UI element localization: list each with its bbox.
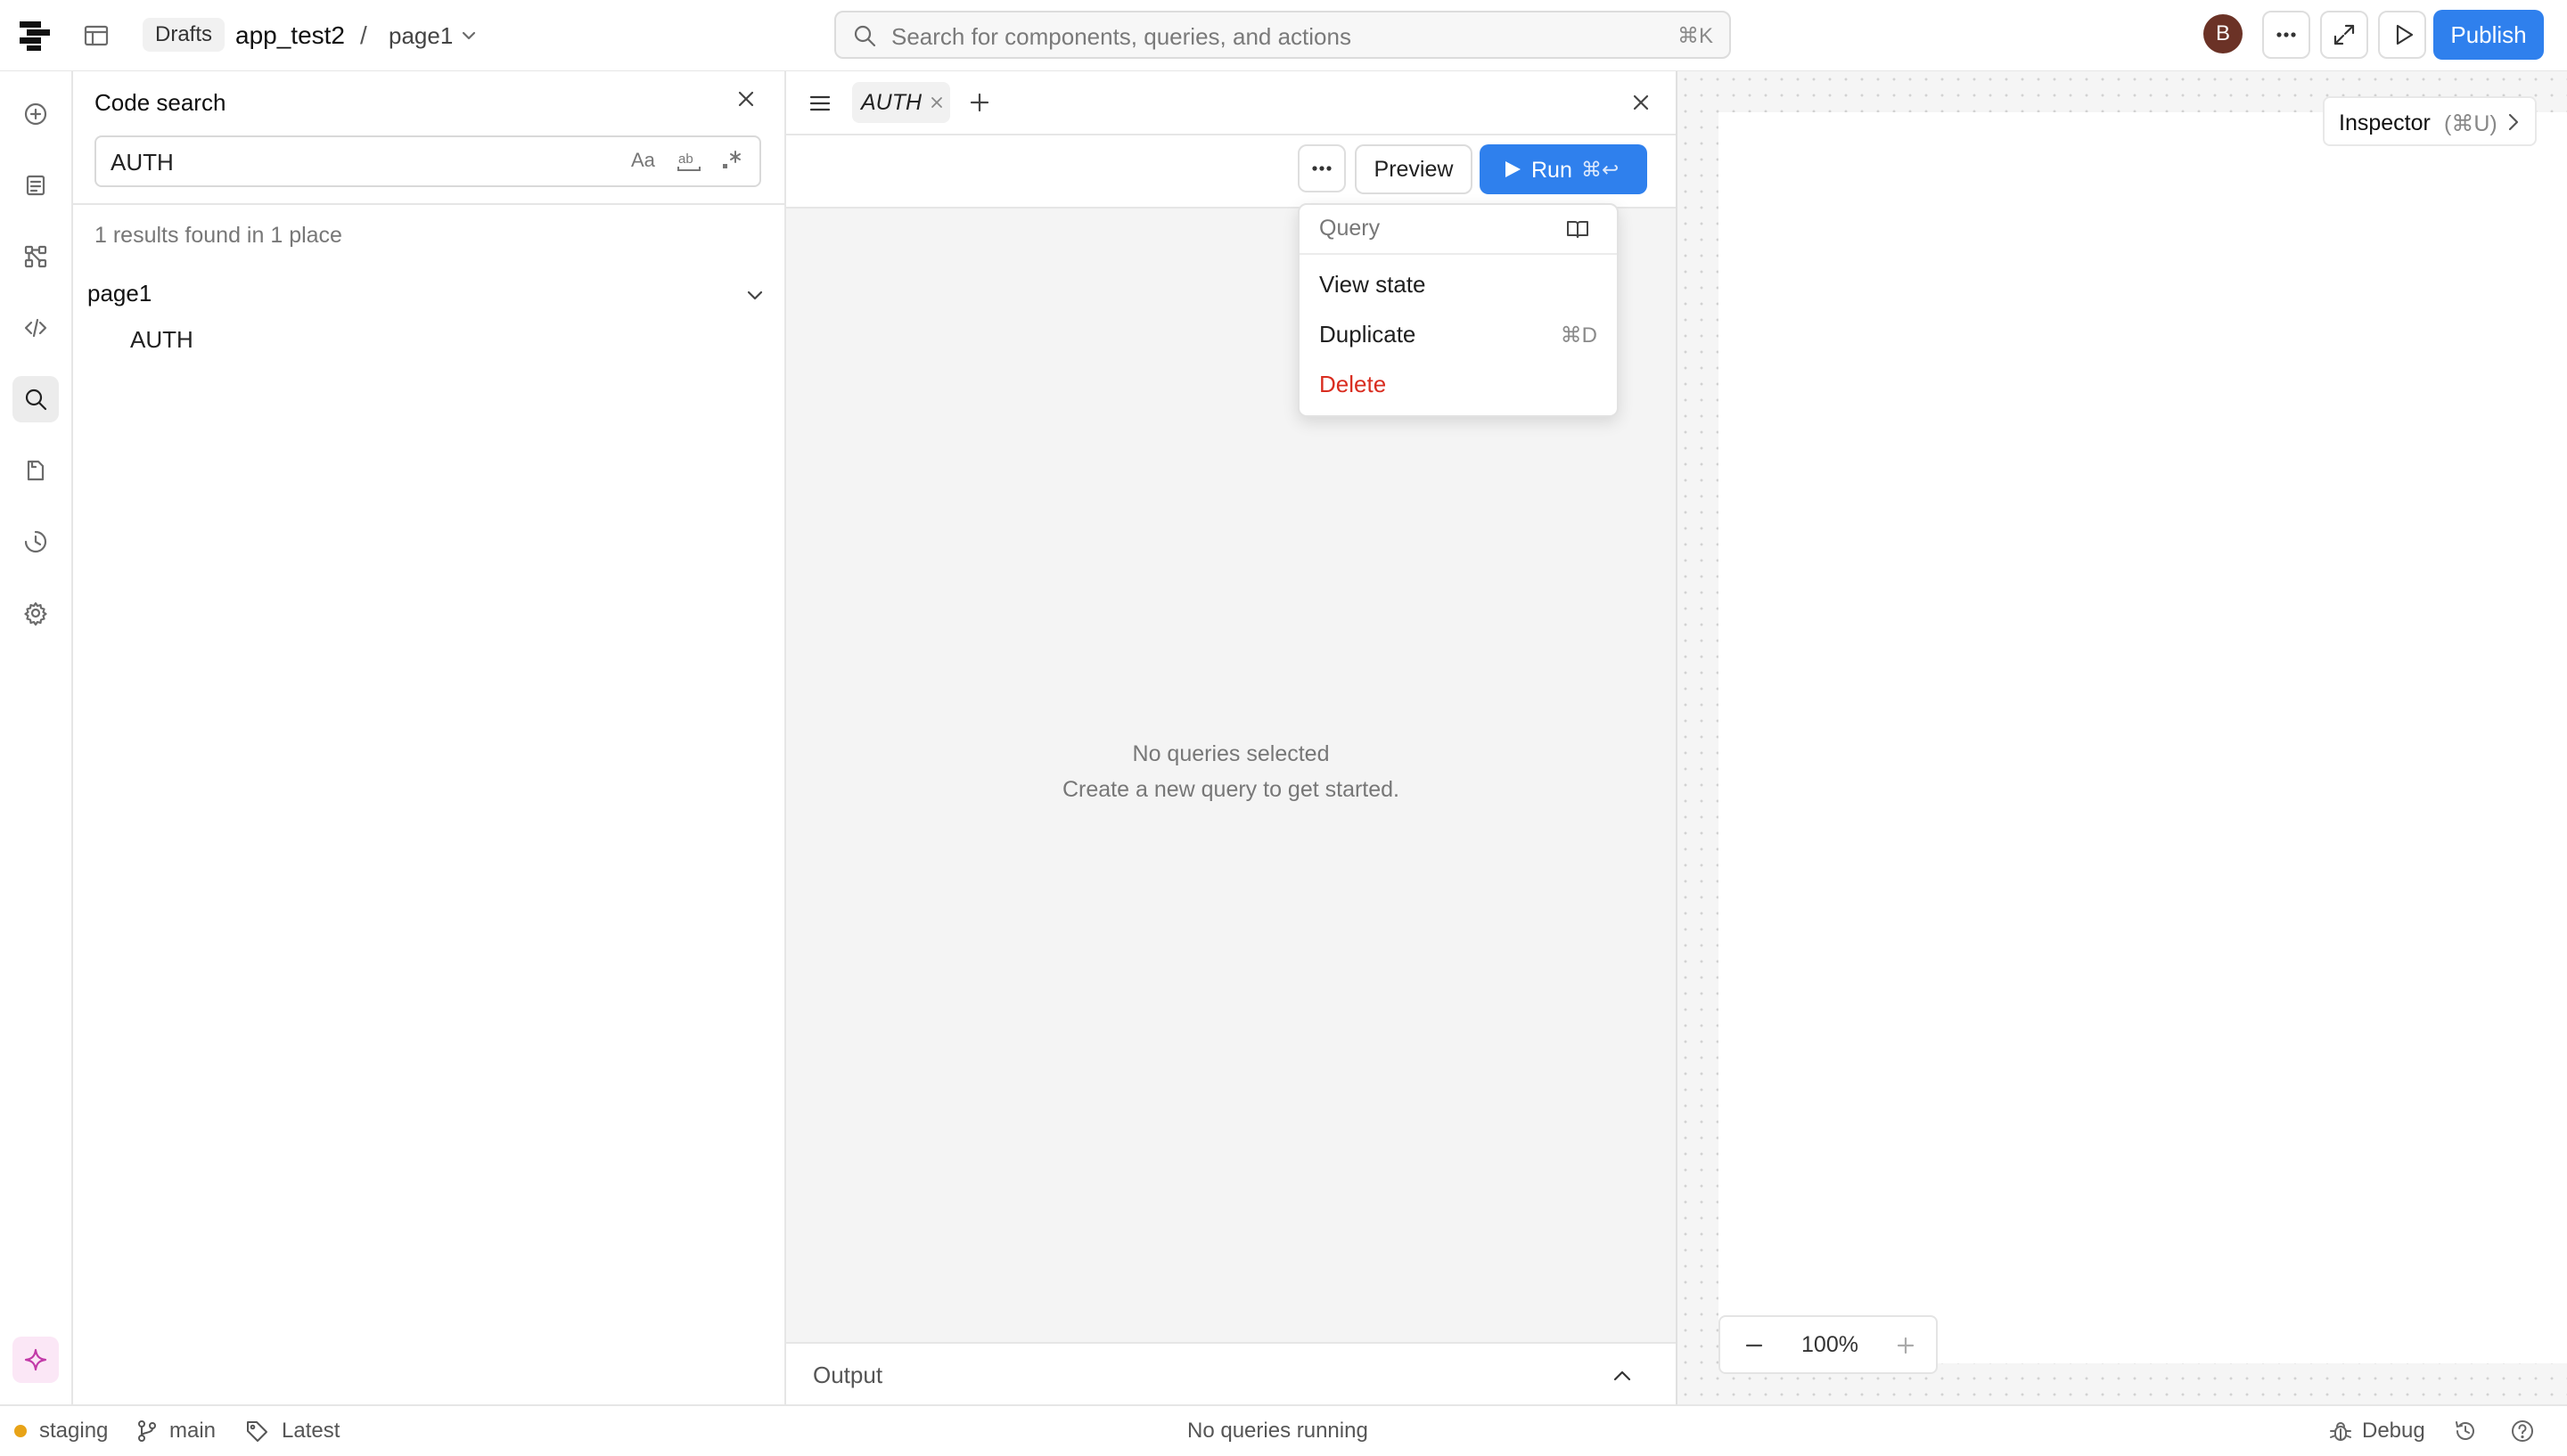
menu-item-delete[interactable]: Delete — [1319, 371, 1386, 398]
canvas[interactable]: Inspector (⌘U) 100% — [1677, 71, 2567, 1404]
inspector-toggle[interactable]: Inspector (⌘U) — [2323, 96, 2537, 146]
output-label: Output — [813, 1362, 883, 1388]
history-icon[interactable] — [12, 519, 59, 565]
pages-icon[interactable] — [12, 162, 59, 209]
zoom-control: 100% — [1718, 1315, 1938, 1374]
branch-selector[interactable]: main — [169, 1419, 216, 1444]
status-bar: staging main Latest No queries running D… — [0, 1404, 2567, 1456]
retool-logo-icon[interactable] — [18, 20, 53, 52]
search-icon — [852, 23, 877, 48]
sparkle-icon[interactable] — [12, 1337, 59, 1383]
page-selector[interactable]: page1 — [389, 20, 453, 52]
query-tabbar: AUTH — [786, 71, 1676, 135]
breadcrumb-separator: / — [360, 21, 367, 49]
menu-header: Query — [1300, 205, 1617, 255]
inspector-shortcut: (⌘U) — [2444, 111, 2497, 136]
top-bar: Drafts app_test2 / page1 Search for comp… — [0, 0, 2567, 72]
book-icon[interactable] — [1565, 217, 1590, 241]
regex-icon[interactable] — [718, 147, 745, 174]
expand-icon — [2332, 22, 2357, 47]
branch-icon — [135, 1419, 159, 1444]
run-label: Run — [1531, 158, 1572, 183]
chevron-up-icon[interactable] — [1610, 1363, 1635, 1388]
tree-icon[interactable] — [12, 233, 59, 280]
output-bar[interactable]: Output — [786, 1342, 1676, 1406]
run-button[interactable]: Run ⌘↩ — [1480, 144, 1647, 194]
preview-button[interactable]: Preview — [1355, 144, 1472, 194]
duplicate-shortcut: ⌘D — [1560, 323, 1597, 348]
code-search-value: AUTH — [111, 149, 174, 176]
empty-state-title: No queries selected — [1132, 741, 1330, 766]
chevron-right-icon — [2503, 110, 2524, 134]
files-icon[interactable] — [12, 447, 59, 494]
play-icon — [1503, 160, 1522, 179]
search-shortcut: ⌘K — [1677, 24, 1713, 48]
result-match[interactable]: AUTH — [130, 326, 193, 354]
code-search-input[interactable]: AUTH Aa ab — [94, 135, 761, 187]
left-rail — [0, 71, 73, 1404]
add-icon[interactable] — [12, 91, 59, 137]
app-name[interactable]: app_test2 — [235, 20, 345, 52]
global-search[interactable]: Search for components, queries, and acti… — [834, 11, 1731, 59]
help-icon[interactable] — [2510, 1419, 2535, 1444]
debug-button[interactable]: Debug — [2362, 1419, 2425, 1444]
toggle-layout-icon[interactable] — [82, 21, 111, 50]
match-word-icon[interactable]: ab — [676, 147, 702, 174]
query-more-button[interactable] — [1298, 144, 1346, 192]
expand-button[interactable] — [2320, 11, 2368, 59]
settings-icon[interactable] — [12, 590, 59, 636]
code-search-panel: Code search AUTH Aa ab 1 results found i… — [73, 71, 786, 1404]
preview-app-button[interactable] — [2378, 11, 2426, 59]
svg-text:ab: ab — [678, 151, 693, 167]
more-button[interactable] — [2262, 11, 2310, 59]
release-tag[interactable]: Latest — [282, 1419, 340, 1444]
queries-status: No queries running — [1187, 1419, 1368, 1443]
empty-state-subtitle: Create a new query to get started. — [1062, 777, 1399, 802]
chevron-down-icon[interactable] — [743, 283, 767, 307]
code-icon[interactable] — [12, 305, 59, 351]
results-summary: 1 results found in 1 place — [94, 223, 342, 248]
publish-button[interactable]: Publish — [2433, 10, 2544, 60]
inspector-label: Inspector — [2339, 110, 2431, 135]
run-shortcut: ⌘↩ — [1581, 158, 1620, 181]
match-case-icon[interactable]: Aa — [631, 149, 655, 172]
avatar[interactable]: B — [2203, 14, 2243, 53]
menu-header-label: Query — [1319, 216, 1381, 241]
add-tab-icon[interactable] — [968, 91, 991, 114]
query-toolbar: Preview Run ⌘↩ — [786, 135, 1676, 209]
divider — [73, 203, 784, 205]
tag-icon — [244, 1419, 269, 1444]
tab-auth[interactable]: AUTH — [852, 82, 951, 123]
search-icon[interactable] — [12, 376, 59, 422]
history-icon[interactable] — [2453, 1419, 2478, 1444]
query-actions-menu: Query View state Duplicate ⌘D Delete — [1298, 203, 1619, 417]
result-group-page1[interactable]: page1 — [87, 280, 152, 307]
tab-label: AUTH — [861, 90, 923, 115]
menu-icon[interactable] — [808, 91, 832, 116]
play-icon — [2391, 22, 2416, 47]
drafts-badge[interactable]: Drafts — [143, 18, 226, 52]
environment-dot — [14, 1425, 27, 1437]
canvas-page[interactable] — [1718, 112, 2567, 1363]
close-icon[interactable] — [1629, 91, 1653, 114]
close-tab-icon[interactable] — [929, 94, 945, 110]
panel-title: Code search — [94, 89, 226, 116]
bug-icon — [2328, 1419, 2353, 1444]
menu-item-duplicate[interactable]: Duplicate — [1319, 321, 1415, 348]
search-placeholder: Search for components, queries, and acti… — [891, 23, 1351, 50]
close-icon[interactable] — [734, 87, 758, 110]
menu-item-view-state[interactable]: View state — [1319, 271, 1425, 299]
environment-selector[interactable]: staging — [39, 1419, 108, 1444]
chevron-down-icon[interactable] — [458, 25, 480, 46]
zoom-in-icon[interactable] — [1895, 1335, 1916, 1356]
